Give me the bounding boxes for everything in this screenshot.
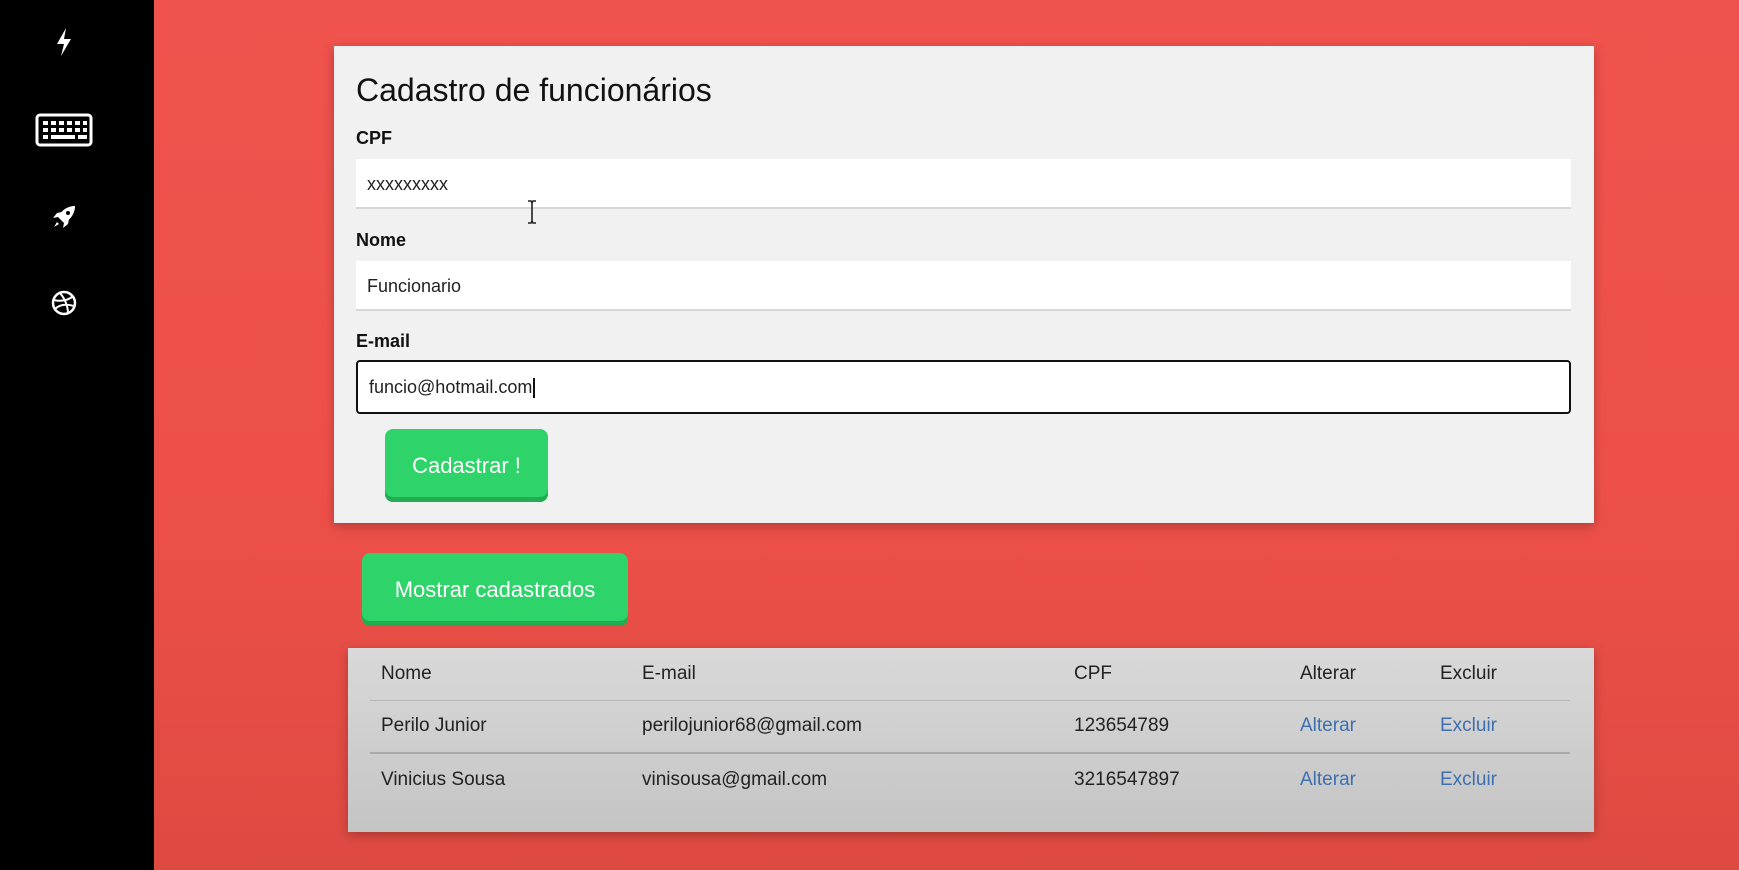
excluir-link[interactable]: Excluir xyxy=(1440,754,1497,806)
cell-email: vinisousa@gmail.com xyxy=(642,769,828,790)
header-nome: Nome xyxy=(381,663,432,684)
table-row: Perilo Junior perilojunior68@gmail.com 1… xyxy=(370,700,1570,754)
cpf-field[interactable]: xxxxxxxxx xyxy=(356,159,1571,209)
alterar-link[interactable]: Alterar xyxy=(1300,754,1356,806)
cell-nome: Perilo Junior xyxy=(381,715,487,736)
text-cursor-icon xyxy=(527,200,537,229)
nome-field[interactable]: Funcionario xyxy=(356,261,1571,311)
table-header-row: Nome E-mail CPF Alterar Excluir xyxy=(370,648,1570,701)
nome-label: Nome xyxy=(356,230,407,250)
rocket-icon[interactable] xyxy=(0,200,128,234)
email-field[interactable]: funcio@hotmail.com xyxy=(356,360,1571,414)
header-excluir: Excluir xyxy=(1440,663,1498,684)
cell-cpf: 3216547897 xyxy=(1074,769,1180,790)
header-cpf: CPF xyxy=(1074,663,1112,684)
registration-form-card: Cadastro de funcionários CPF xxxxxxxxx N… xyxy=(334,46,1594,523)
cell-cpf: 123654789 xyxy=(1074,715,1170,736)
sidebar xyxy=(0,0,154,870)
cell-nome: Vinicius Sousa xyxy=(381,769,506,790)
dribbble-ball-icon[interactable] xyxy=(0,287,128,319)
email-label: E-mail xyxy=(356,331,411,351)
mostrar-cadastrados-button[interactable]: Mostrar cadastrados xyxy=(362,553,628,626)
cpf-label: CPF xyxy=(356,128,392,148)
cpf-field-value: xxxxxxxxx xyxy=(367,174,448,194)
page-title: Cadastro de funcionários xyxy=(356,72,712,108)
cadastrar-button[interactable]: Cadastrar ! xyxy=(385,429,548,502)
excluir-link[interactable]: Excluir xyxy=(1440,700,1497,752)
registered-employees-table: Nome E-mail CPF Alterar Excluir Perilo J… xyxy=(348,648,1594,832)
table-row: Vinicius Sousa vinisousa@gmail.com 32165… xyxy=(370,754,1570,806)
email-field-value: funcio@hotmail.com xyxy=(369,377,533,397)
cell-email: perilojunior68@gmail.com xyxy=(642,715,862,736)
header-alterar: Alterar xyxy=(1300,663,1356,684)
keyboard-icon[interactable] xyxy=(0,110,128,150)
lightning-icon[interactable] xyxy=(0,24,128,60)
nome-field-value: Funcionario xyxy=(367,276,462,296)
text-caret xyxy=(533,378,536,399)
alterar-link[interactable]: Alterar xyxy=(1300,700,1356,752)
header-email: E-mail xyxy=(642,663,696,684)
